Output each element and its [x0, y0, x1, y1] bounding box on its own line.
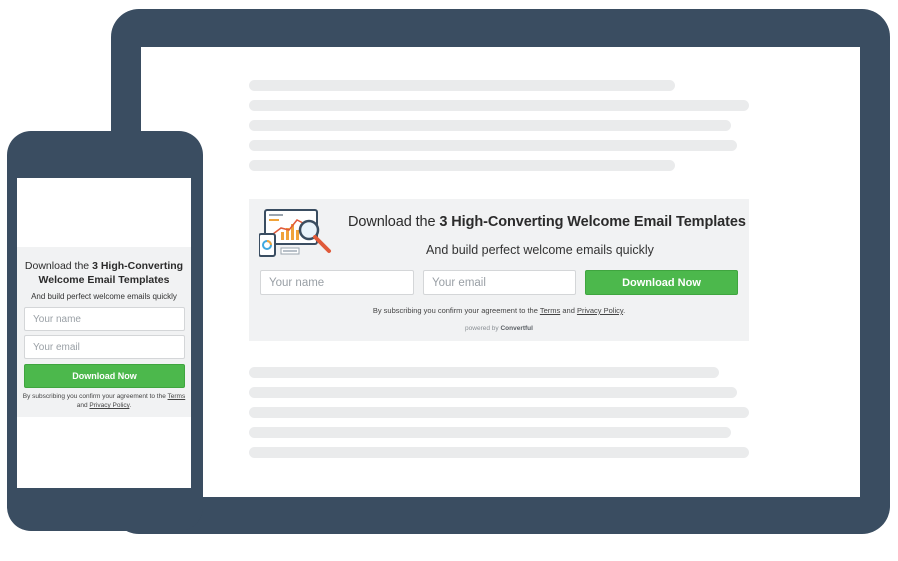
- terms-link[interactable]: Terms: [540, 306, 560, 315]
- placeholder-text-line: [249, 120, 731, 131]
- placeholder-text-line: [249, 387, 737, 398]
- mobile-privacy-policy-link[interactable]: Privacy Policy: [89, 402, 129, 409]
- placeholder-text-line: [249, 447, 749, 458]
- placeholder-text-line: [249, 80, 675, 91]
- mobile-widget-subtitle: And build perfect welcome emails quickly: [31, 292, 177, 301]
- mobile-email-input[interactable]: [24, 335, 185, 359]
- placeholder-text-line: [249, 160, 675, 171]
- analytics-report-magnifier-icon: [259, 209, 331, 257]
- placeholder-text-line: [249, 407, 749, 418]
- mobile-widget-title: Download the 3 High-Converting Welcome E…: [24, 260, 184, 286]
- download-now-button[interactable]: Download Now: [585, 270, 738, 295]
- privacy-policy-link[interactable]: Privacy Policy: [577, 306, 623, 315]
- mobile-terms-link[interactable]: Terms: [168, 393, 186, 400]
- widget-title: Download the 3 High-Converting Welcome E…: [348, 214, 746, 230]
- mobile-name-input[interactable]: [24, 307, 185, 331]
- consent-text: By subscribing you confirm your agreemen…: [372, 306, 626, 315]
- name-input[interactable]: [260, 270, 414, 295]
- mobile-download-now-button[interactable]: Download Now: [24, 364, 185, 388]
- placeholder-text-line: [249, 140, 737, 151]
- mobile-consent-text: By subscribing you confirm your agreemen…: [22, 393, 186, 409]
- brand-link[interactable]: Convertful: [500, 325, 533, 332]
- placeholder-text-line: [249, 367, 719, 378]
- placeholder-text-line: [249, 100, 749, 111]
- widget-subtitle: And build perfect welcome emails quickly: [426, 243, 654, 257]
- placeholder-text-line: [249, 427, 731, 438]
- powered-by-label: powered by Convertful: [465, 325, 533, 332]
- email-input[interactable]: [423, 270, 576, 295]
